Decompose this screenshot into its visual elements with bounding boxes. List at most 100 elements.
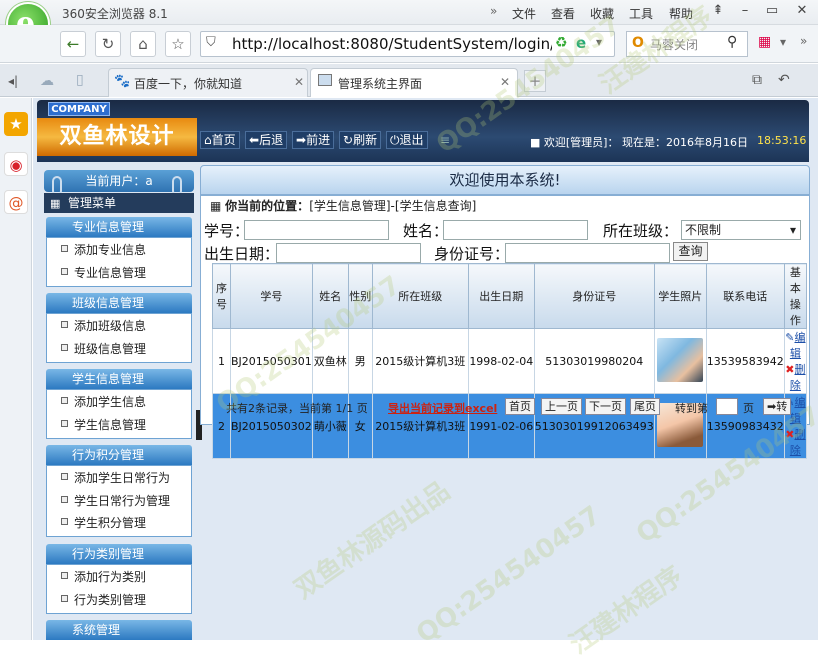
cell-name: 双鱼林 bbox=[311, 328, 349, 394]
nav-back-button[interactable]: ⬅后退 bbox=[245, 131, 288, 149]
tab-baidu-label[interactable]: 百度一下，你就知道 bbox=[134, 75, 242, 92]
menu-manage-major[interactable]: 专业信息管理 bbox=[74, 264, 146, 281]
cell-class: 2015级计算机3班 bbox=[371, 328, 469, 394]
nav-refresh-button[interactable]: ↻刷新 bbox=[339, 131, 382, 149]
menu-tools[interactable]: 工具 bbox=[629, 5, 653, 22]
tab-close-icon[interactable]: ✕ bbox=[294, 75, 304, 89]
nav-forward-button[interactable]: ➡前进 bbox=[292, 131, 335, 149]
col-ops: 基本操作 bbox=[783, 263, 808, 329]
home-icon[interactable]: ⌂ bbox=[130, 31, 156, 57]
menu-manage-student[interactable]: 学生信息管理 bbox=[74, 416, 146, 433]
doc-icon bbox=[61, 496, 68, 503]
menu-help[interactable]: 帮助 bbox=[669, 5, 693, 22]
query-button[interactable]: 查询 bbox=[673, 242, 708, 261]
menu-add-behavior-type[interactable]: 添加行为类别 bbox=[74, 568, 146, 585]
menu-add-major[interactable]: 添加专业信息 bbox=[74, 241, 146, 258]
weibo-icon[interactable]: ◉ bbox=[4, 152, 28, 176]
brand-logo: 双鱼林设计 bbox=[37, 118, 197, 156]
star-icon[interactable]: ☆ bbox=[165, 31, 191, 57]
group-class[interactable]: 班级信息管理 bbox=[46, 293, 192, 313]
tab-admin-label[interactable]: 管理系统主界面 bbox=[338, 75, 422, 92]
nav-logout-label: 退出 bbox=[399, 133, 424, 147]
name-input[interactable] bbox=[443, 220, 588, 240]
search-input[interactable]: 马蓉关闭 bbox=[650, 36, 698, 53]
col-sno: 学号 bbox=[230, 263, 313, 329]
address-text[interactable]: http://localhost:8080/StudentSystem/logi… bbox=[232, 35, 552, 53]
back-arrow-icon: ⬅ bbox=[249, 133, 260, 147]
group-system[interactable]: 系统管理 bbox=[46, 620, 192, 640]
cloud-icon[interactable]: ☁ bbox=[40, 73, 54, 89]
menu-manage-behavior[interactable]: 学生日常行为管理 bbox=[74, 492, 170, 509]
nav-back-label: 后退 bbox=[259, 133, 284, 147]
doc-icon bbox=[61, 595, 68, 602]
menu-add-class[interactable]: 添加班级信息 bbox=[74, 317, 146, 334]
ie-mode-icon[interactable]: e bbox=[576, 34, 586, 52]
new-tab-icon[interactable]: + bbox=[524, 70, 546, 92]
prev-page-button[interactable]: 上一页 bbox=[541, 398, 582, 415]
cell-phone: 13539583942 bbox=[705, 328, 785, 394]
table-row: 1 BJ2015050301 双鱼林 男 2015级计算机3班 1998-02-… bbox=[212, 328, 808, 394]
nav-home-button[interactable]: ⌂首页 bbox=[200, 131, 240, 149]
nav-forward-label: 前进 bbox=[306, 133, 331, 147]
mobile-icon[interactable]: ▯ bbox=[76, 72, 84, 88]
cell-no: 1 bbox=[212, 328, 231, 394]
favorites-icon[interactable]: ★ bbox=[4, 112, 28, 136]
undo-icon[interactable]: ↶ bbox=[778, 72, 790, 88]
clock-text: 18:53:16 bbox=[757, 134, 807, 147]
refresh-icon[interactable]: ↻ bbox=[95, 31, 121, 57]
more-icon[interactable]: » bbox=[800, 34, 807, 48]
nav-logout-button[interactable]: ⏻退出 bbox=[386, 131, 428, 149]
dropdown-icon[interactable]: ▾ bbox=[596, 35, 602, 49]
menu-add-behavior[interactable]: 添加学生日常行为 bbox=[74, 469, 170, 486]
shirt-icon[interactable]: ⇞ bbox=[706, 2, 730, 20]
close-icon[interactable]: ✕ bbox=[790, 2, 814, 20]
back-icon[interactable]: ← bbox=[60, 31, 86, 57]
menu-file[interactable]: 文件 bbox=[512, 5, 536, 22]
menu-lines-icon: ≡ bbox=[440, 133, 451, 147]
birth-input[interactable] bbox=[276, 243, 421, 263]
menu-view[interactable]: 查看 bbox=[551, 5, 575, 22]
page-icon bbox=[318, 74, 332, 86]
sidebar-toggle-icon[interactable]: ◂| bbox=[8, 74, 18, 88]
student-photo bbox=[657, 337, 704, 382]
group-major[interactable]: 专业信息管理 bbox=[46, 217, 192, 237]
cell-sno: BJ2015050301 bbox=[230, 328, 313, 394]
cell-sex: 男 bbox=[347, 328, 373, 394]
menu-add-student[interactable]: 添加学生信息 bbox=[74, 393, 146, 410]
first-page-button[interactable]: 首页 bbox=[505, 398, 535, 415]
menu-student-score[interactable]: 学生积分管理 bbox=[74, 514, 146, 531]
chevron-icon[interactable]: » bbox=[490, 4, 497, 18]
group-behavior-type[interactable]: 行为类别管理 bbox=[46, 544, 192, 564]
group-behavior-score[interactable]: 行为积分管理 bbox=[46, 445, 192, 465]
minimize-icon[interactable]: – bbox=[733, 2, 757, 20]
idcard-input[interactable] bbox=[505, 243, 670, 263]
name-label: 姓名： bbox=[403, 222, 449, 240]
doc-icon bbox=[61, 268, 68, 275]
arrow-icon: ➡ bbox=[767, 400, 777, 413]
go-button[interactable]: ➡转 bbox=[763, 398, 792, 415]
doc-icon bbox=[61, 420, 68, 427]
menu-manage-class[interactable]: 班级信息管理 bbox=[74, 340, 146, 357]
menu-favorites[interactable]: 收藏 bbox=[590, 5, 614, 22]
menu-manage-behavior-type[interactable]: 行为类别管理 bbox=[74, 591, 146, 608]
last-page-button[interactable]: 尾页 bbox=[630, 398, 660, 415]
page-input[interactable] bbox=[716, 398, 738, 415]
apps-dropdown-icon[interactable]: ▾ bbox=[780, 35, 786, 49]
search-engine-icon[interactable]: O bbox=[632, 35, 644, 51]
recycle-icon[interactable]: ♻ bbox=[555, 35, 568, 51]
next-page-button[interactable]: 下一页 bbox=[585, 398, 626, 415]
doc-icon bbox=[61, 473, 68, 480]
apps-icon[interactable]: ▦ bbox=[758, 34, 771, 50]
export-link[interactable]: 导出当前记录到excel bbox=[388, 400, 497, 416]
goto-label: 转到第 bbox=[675, 402, 708, 415]
tab-close-icon[interactable]: ✕ bbox=[500, 75, 510, 89]
student-no-input[interactable] bbox=[244, 220, 389, 240]
cell-photo bbox=[653, 328, 707, 394]
mail-icon[interactable]: @ bbox=[4, 190, 28, 214]
class-select[interactable]: 不限制 ▾ bbox=[681, 220, 801, 240]
group-student[interactable]: 学生信息管理 bbox=[46, 369, 192, 389]
maximize-icon[interactable]: ▭ bbox=[760, 2, 784, 20]
page-unit: 页 bbox=[743, 402, 754, 415]
window-icon[interactable]: ⧉ bbox=[752, 72, 762, 88]
search-icon[interactable]: ⚲ bbox=[727, 34, 737, 50]
